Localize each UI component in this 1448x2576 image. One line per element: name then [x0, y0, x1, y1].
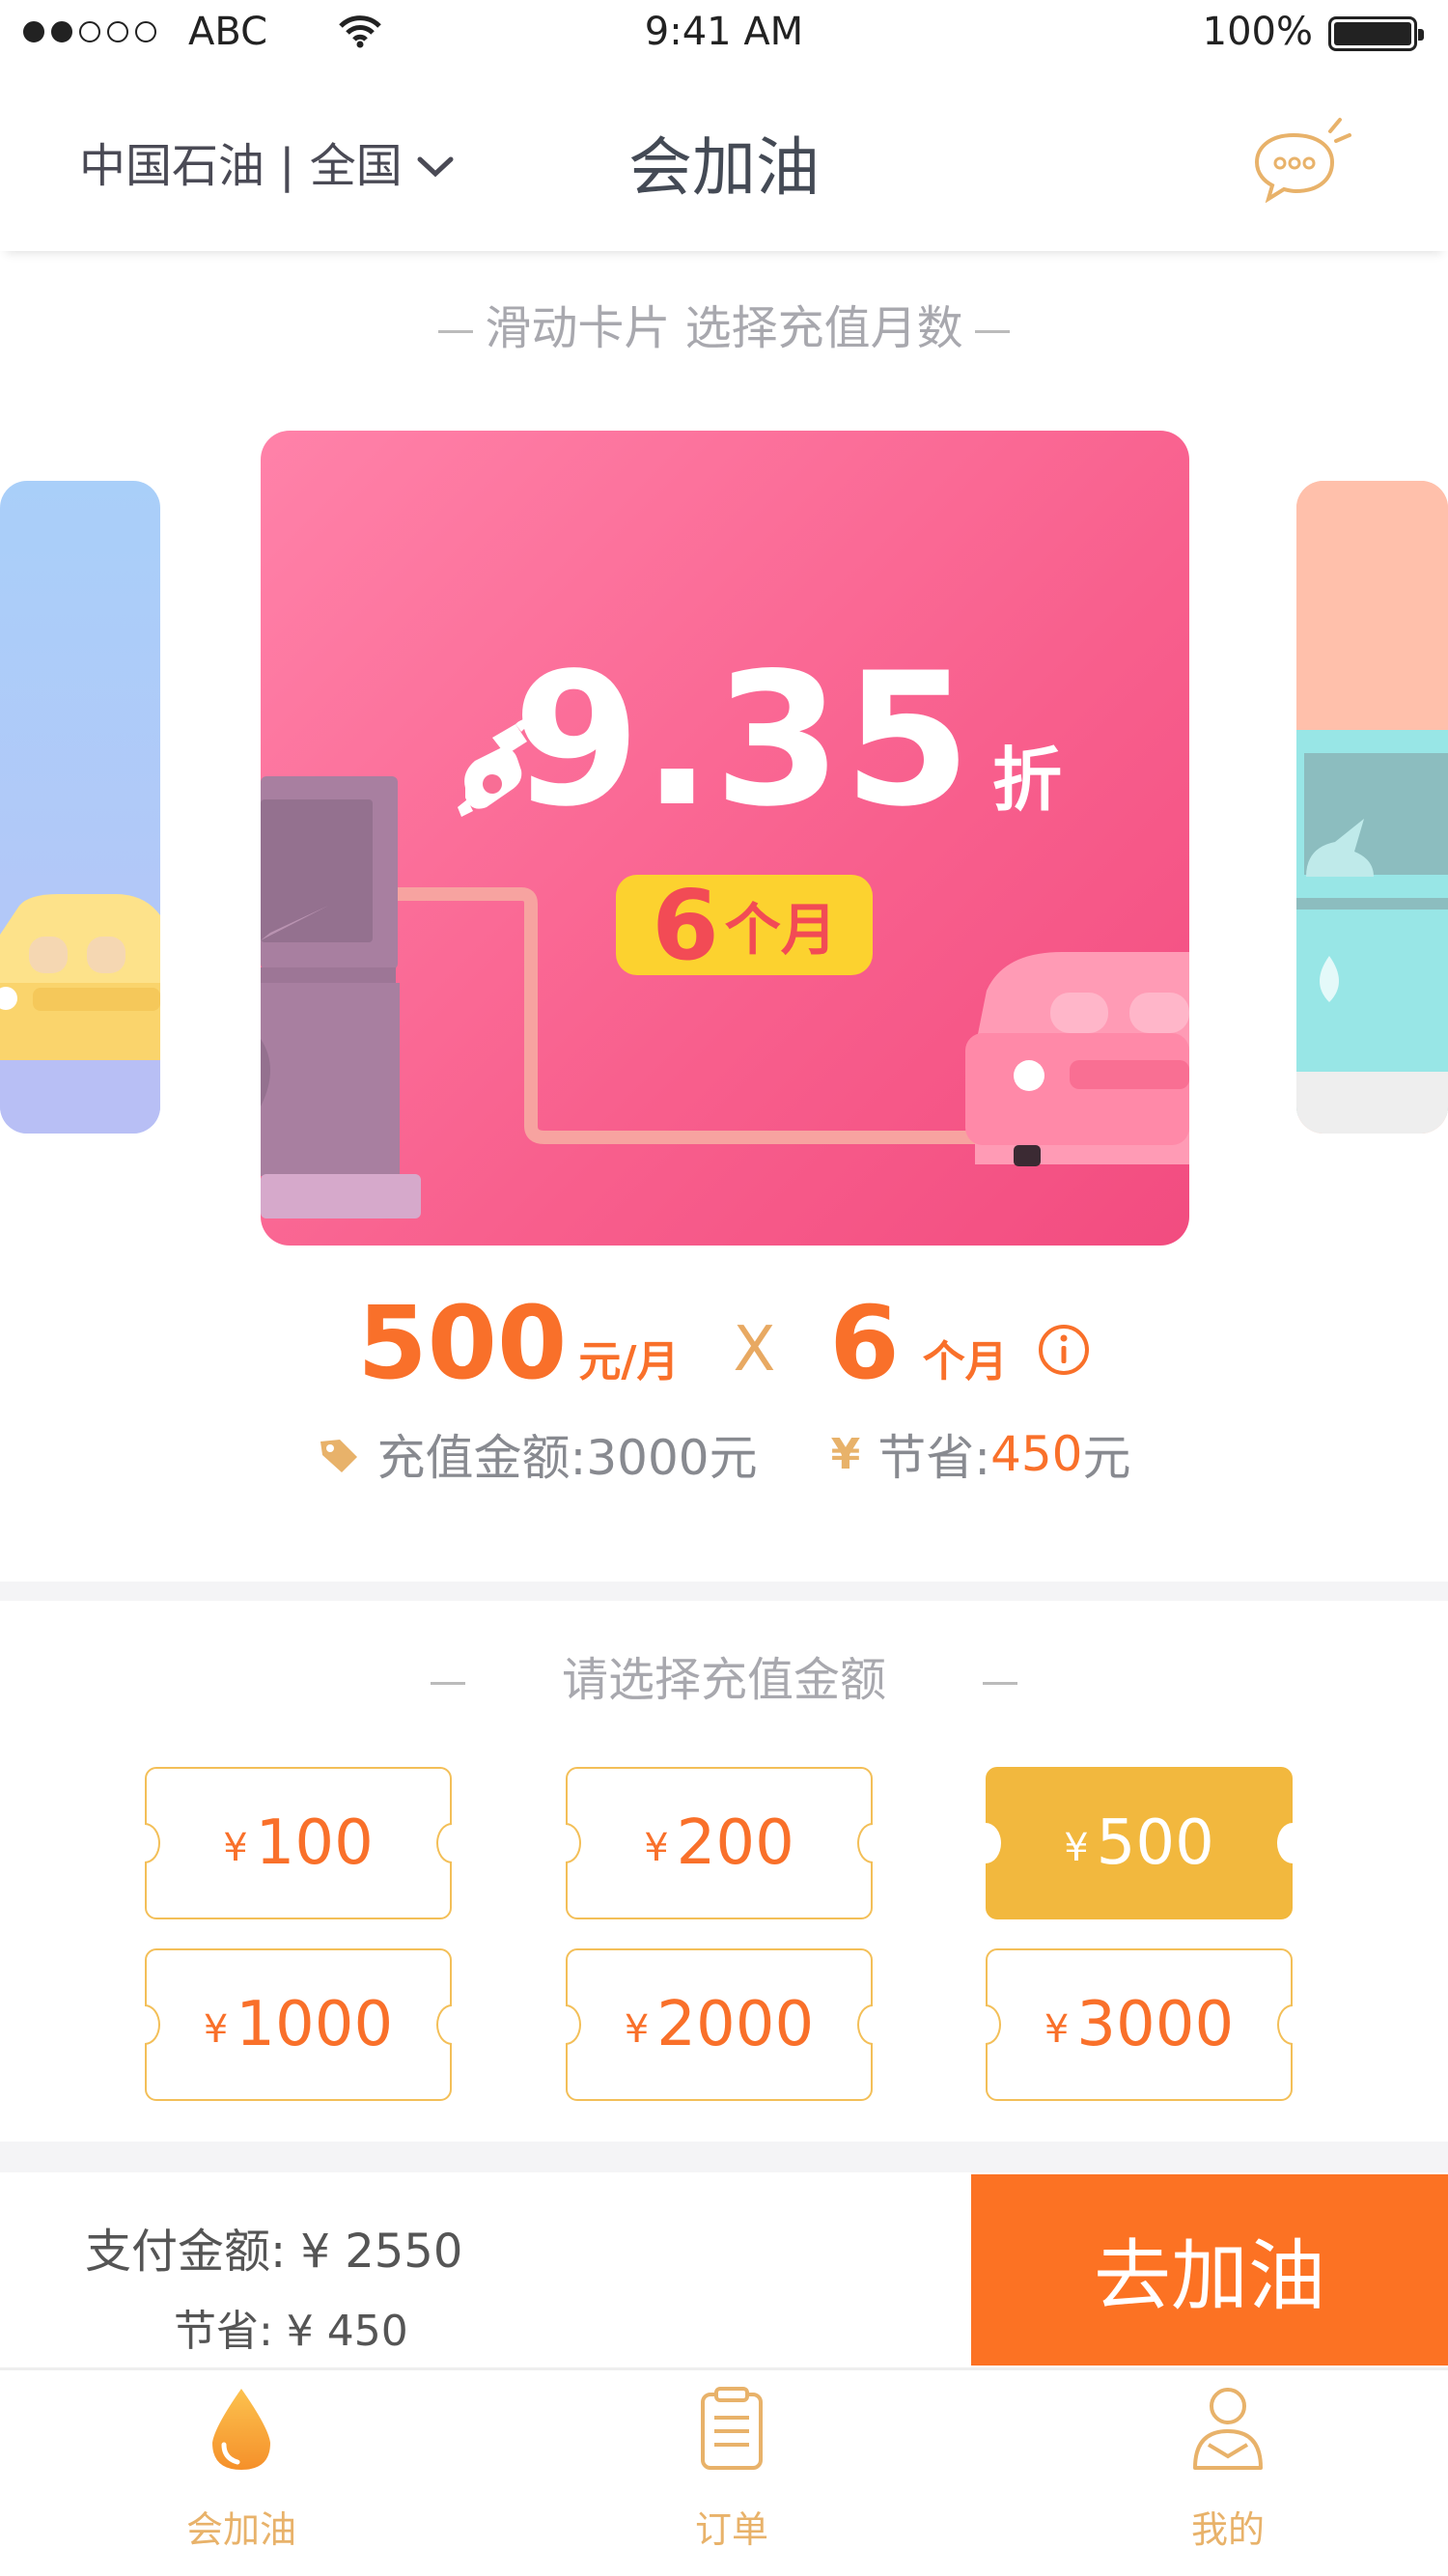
battery-percentage: 100%: [1202, 10, 1313, 54]
amount-option-100[interactable]: ¥100: [145, 1767, 452, 1919]
amount-option-200[interactable]: ¥200: [566, 1767, 873, 1919]
plan-card-right[interactable]: [1296, 481, 1448, 1134]
plan-formula: 500 元/月 X 6 个月: [0, 1284, 1448, 1402]
pay-amount: 支付金额: ¥ 2550: [85, 2225, 463, 2279]
tab-orders[interactable]: 订单: [587, 2385, 877, 2553]
amount-section-title: 请选择充值金额: [0, 1641, 1448, 1709]
info-icon[interactable]: [1037, 1323, 1091, 1381]
save-unit: 元: [1082, 1430, 1131, 1486]
yen-icon: ¥: [830, 1429, 861, 1479]
tab-refuel-label: 会加油: [185, 2508, 296, 2551]
battery-icon: [1328, 16, 1424, 51]
tab-refuel[interactable]: 会加油: [97, 2385, 386, 2553]
discount-display: 9.35 折: [444, 633, 1062, 847]
plan-months-unit: 个月: [922, 1337, 1008, 1386]
tab-orders-label: 订单: [694, 2508, 768, 2551]
section-divider: [0, 2142, 1448, 2172]
discount-value: 9.35: [513, 633, 973, 847]
car-illustration-icon: [0, 894, 160, 1134]
plan-card-left[interactable]: [0, 481, 160, 1134]
times-sign: X: [733, 1314, 776, 1386]
tab-bar-divider: [0, 2367, 1448, 2370]
section-divider: [0, 1582, 1448, 1601]
plan-months: 6: [829, 1284, 900, 1402]
status-bar: ABC 9:41 AM 100%: [0, 0, 1448, 70]
tab-me-label: 我的: [1190, 2508, 1265, 2551]
monthly-amount: 500: [357, 1284, 568, 1402]
tag-icon: [317, 1430, 361, 1486]
go-refuel-button[interactable]: 去加油: [971, 2174, 1448, 2366]
plan-card-selected[interactable]: 9.35 折 6 个月: [261, 431, 1189, 1246]
amount-option-3000[interactable]: ¥3000: [986, 1948, 1293, 2101]
nav-bar: 中国石油 | 全国 会加油: [0, 70, 1448, 251]
months-value: 6: [652, 868, 719, 982]
fuel-pump-illustration-icon: [1296, 481, 1448, 1134]
message-icon[interactable]: [1243, 106, 1359, 207]
card-swipe-hint: 滑动卡片 选择充值月数: [0, 290, 1448, 357]
oil-drop-icon: [203, 2385, 280, 2482]
amount-option-2000[interactable]: ¥2000: [566, 1948, 873, 2101]
months-badge: 6 个月: [616, 869, 873, 982]
recharge-total: 充值金额:3000元: [376, 1430, 758, 1486]
order-list-icon: [693, 2385, 770, 2482]
tab-me[interactable]: 我的: [1083, 2385, 1373, 2553]
plan-summary: 充值金额:3000元 ¥ 节省: 450 元: [0, 1419, 1448, 1489]
amount-option-500-selected[interactable]: ¥500: [986, 1767, 1293, 1919]
user-profile-icon: [1187, 2385, 1268, 2482]
pay-savings: 节省: ¥ 450: [174, 2307, 408, 2356]
monthly-unit: 元/月: [578, 1337, 680, 1386]
save-value: 450: [990, 1426, 1083, 1482]
save-label: 节省:: [877, 1430, 991, 1486]
amount-option-1000[interactable]: ¥1000: [145, 1948, 452, 2101]
months-unit: 个月: [724, 897, 837, 963]
page-title: 会加油: [628, 130, 820, 205]
discount-unit: 折: [991, 740, 1062, 821]
